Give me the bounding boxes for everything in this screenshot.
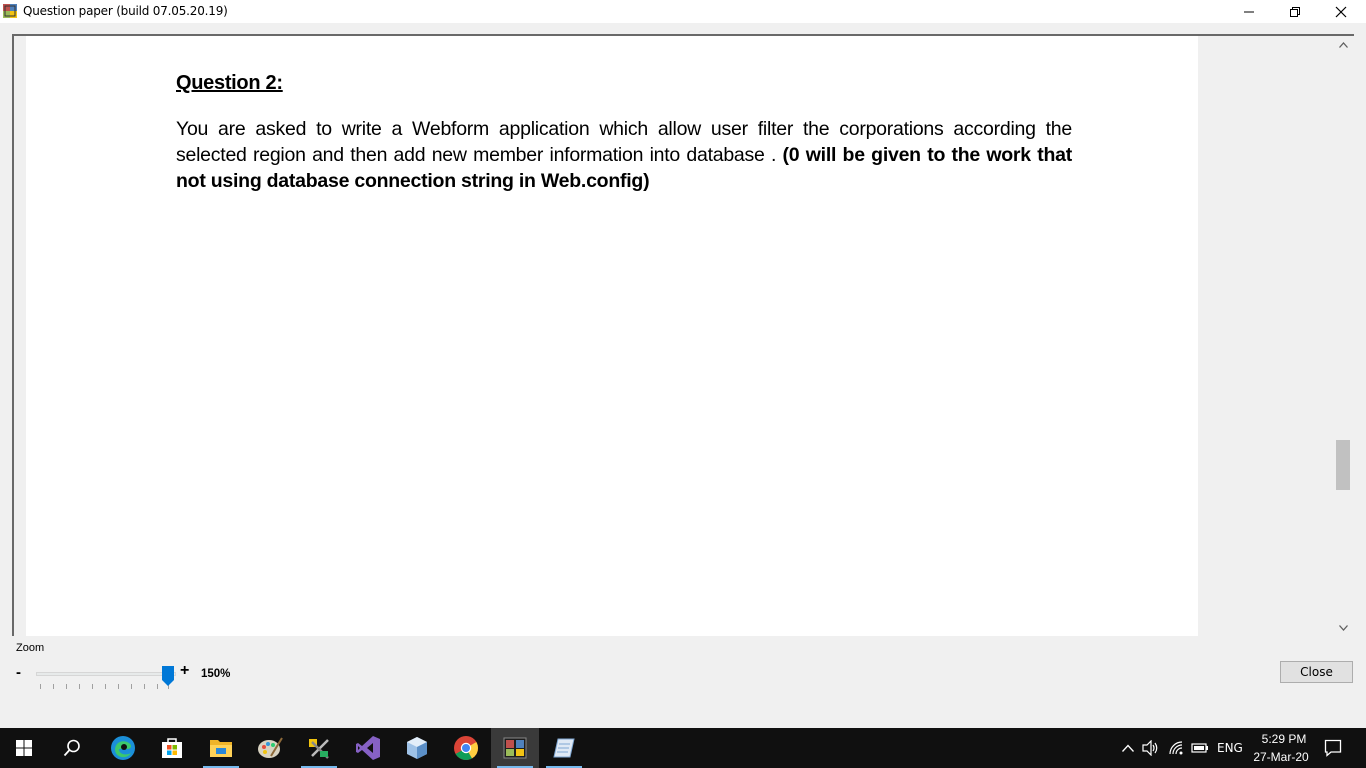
clock-date[interactable]: 27-Mar-20 — [1252, 750, 1310, 764]
paint-icon — [258, 737, 283, 758]
scroll-thumb[interactable] — [1336, 440, 1350, 490]
zoom-in-button[interactable]: + — [180, 662, 189, 680]
notepad-taskbar-item[interactable] — [540, 728, 588, 768]
network-button[interactable] — [1166, 728, 1188, 768]
notepad-icon — [553, 738, 575, 758]
window-title: Question paper (build 07.05.20.19) — [23, 4, 228, 18]
chrome-taskbar-item[interactable] — [442, 728, 490, 768]
start-button[interactable] — [0, 728, 48, 768]
store-icon — [162, 738, 182, 758]
question-body: You are asked to write a Webform applica… — [176, 116, 1072, 194]
question-title: Question 2: — [176, 72, 283, 94]
paint-taskbar-item[interactable] — [246, 728, 294, 768]
volume-button[interactable] — [1140, 728, 1162, 768]
zoom-out-button[interactable]: - — [16, 664, 21, 681]
clock-time[interactable]: 5:29 PM — [1259, 732, 1309, 746]
zoom-slider-ticks — [40, 684, 169, 689]
edge-icon — [111, 736, 135, 760]
tools-icon — [309, 739, 329, 759]
exam-app-taskbar-item[interactable] — [491, 728, 539, 768]
tools-taskbar-item[interactable] — [295, 728, 343, 768]
close-button[interactable]: Close — [1280, 661, 1353, 683]
start-icon — [16, 740, 32, 756]
title-bar: Question paper (build 07.05.20.19) — [0, 0, 1366, 23]
chevron-down-icon — [1338, 624, 1348, 631]
zoom-slider-thumb[interactable] — [162, 666, 174, 686]
zoom-slider-track[interactable] — [36, 672, 176, 676]
chevron-up-icon — [1338, 41, 1348, 48]
battery-button[interactable] — [1189, 728, 1211, 768]
minimize-icon — [1244, 11, 1254, 12]
document-viewer[interactable]: Question 2: You are asked to write a Web… — [12, 34, 1354, 636]
battery-icon — [1191, 743, 1208, 753]
show-hidden-icons-button[interactable] — [1119, 728, 1137, 768]
exam-app-icon — [503, 737, 527, 759]
taskbar: ENG — [0, 728, 1366, 768]
wifi-icon — [1169, 741, 1183, 755]
store-taskbar-item[interactable] — [148, 728, 196, 768]
virtualbox-taskbar-item[interactable] — [393, 728, 441, 768]
close-icon — [1335, 6, 1347, 17]
file-explorer-taskbar-item[interactable] — [197, 728, 245, 768]
volume-icon — [1142, 740, 1158, 756]
restore-icon — [1290, 6, 1300, 17]
file-explorer-icon — [210, 740, 232, 757]
restore-button[interactable] — [1272, 0, 1318, 23]
notification-icon — [1324, 739, 1342, 757]
virtualbox-icon — [407, 737, 427, 759]
chevron-up-icon — [1122, 744, 1134, 752]
chrome-icon — [454, 736, 478, 761]
scroll-down-button[interactable] — [1334, 619, 1352, 636]
search-icon — [63, 739, 80, 757]
action-center-button[interactable] — [1320, 728, 1346, 768]
language-indicator[interactable]: ENG — [1217, 741, 1243, 755]
visual-studio-icon — [356, 736, 380, 760]
document-page: Question 2: You are asked to write a Web… — [26, 36, 1198, 636]
edge-taskbar-item[interactable] — [99, 728, 147, 768]
search-button[interactable] — [48, 728, 96, 768]
zoom-value: 150% — [201, 668, 231, 680]
visual-studio-taskbar-item[interactable] — [344, 728, 392, 768]
minimize-button[interactable] — [1226, 0, 1272, 23]
close-window-button[interactable] — [1318, 0, 1364, 23]
app-icon — [3, 4, 17, 18]
zoom-label: Zoom — [16, 642, 45, 654]
vertical-scrollbar[interactable] — [1334, 36, 1352, 636]
scroll-up-button[interactable] — [1334, 36, 1352, 53]
